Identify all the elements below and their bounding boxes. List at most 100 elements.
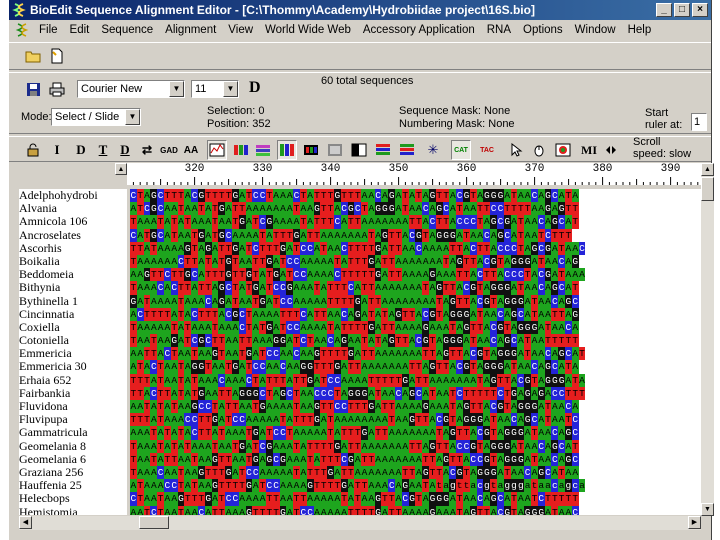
scroll-thumb[interactable] — [701, 177, 714, 201]
vertical-scrollbar[interactable]: ▲ ▼ — [701, 163, 714, 516]
delete-gaps-button[interactable]: D — [115, 140, 135, 160]
graph-view-icon[interactable] — [207, 140, 227, 160]
delete-button[interactable]: D — [71, 140, 91, 160]
sequence-name[interactable]: Fluvidona — [19, 400, 127, 413]
menu-window[interactable]: Window — [569, 24, 622, 36]
sequence-name[interactable]: Graziana 256 — [19, 466, 127, 479]
menu-view[interactable]: View — [222, 24, 259, 36]
sequence-name[interactable]: Emmericia 30 — [19, 360, 127, 373]
sequence-name[interactable]: Hauffenia 25 — [19, 479, 127, 492]
sequence-row[interactable]: TAAATATATAAATAATGATCGAAAATATTTCATTAAAAAA… — [130, 215, 701, 229]
start-ruler-input[interactable]: 1 — [691, 113, 707, 131]
mode-select[interactable]: Select / Slide ▼ — [51, 108, 141, 126]
scroll-up-icon[interactable]: ▲ — [701, 163, 714, 176]
sequence-name[interactable]: Emmericia — [19, 347, 127, 360]
save-icon[interactable] — [23, 79, 43, 99]
lock-icon[interactable] — [23, 140, 43, 160]
sequence-row[interactable]: AATCTAATAACATTAAAGTTTTGATCCAAAAATTTTGATT… — [130, 505, 701, 515]
sequence-row[interactable]: CTAATAAGTTTGATCCAAAATTAATTAAAAATATAAGTTA… — [130, 492, 701, 506]
sparkle-icon[interactable]: ✳ — [423, 140, 443, 160]
sequence-row[interactable]: TTTATAAACCTTGATCCAAAAATATTTGATAAAAAAAATA… — [130, 413, 701, 427]
new-document-icon[interactable] — [47, 46, 67, 66]
title-bar[interactable]: BioEdit Sequence Alignment Editor - [C:\… — [9, 0, 711, 20]
cursor-icon[interactable] — [507, 140, 527, 160]
menu-options[interactable]: Options — [517, 24, 569, 36]
sequence-name[interactable]: Ascorhis — [19, 242, 127, 255]
font-size-select[interactable]: 11 ▼ — [191, 80, 239, 98]
chevron-down-icon[interactable]: ▼ — [169, 81, 184, 97]
sequence-row[interactable]: AATTACTAATAAGTAATGATCCAACAAGTTTTGATTAAAA… — [130, 347, 701, 361]
sequence-row[interactable]: TAATATTAATAAGTTAATGAGCGAAATATTTCGATTAAAA… — [130, 452, 701, 466]
sequence-row[interactable]: ATCGCAATAATATGATTAAAAAAATAAGTTACGCTAGGGA… — [130, 202, 701, 216]
sequence-name[interactable]: Fluvipupa — [19, 413, 127, 426]
sequence-name[interactable]: Geomelania 8 — [19, 440, 127, 453]
bold-button[interactable]: D — [249, 79, 261, 97]
sequence-name[interactable]: Helecbops — [19, 492, 127, 505]
gad-button[interactable]: GAD — [159, 140, 179, 160]
horizontal-scrollbar[interactable]: ◀ ▶ — [19, 516, 701, 530]
close-button[interactable]: × — [692, 3, 708, 17]
sequence-row[interactable]: AAGTTCTTGCATTTGTTGTATGATCCAAAACTTTTTGATT… — [130, 268, 701, 282]
consensus-icon[interactable] — [373, 140, 393, 160]
sequence-row[interactable]: TAAAAAACTTATATGTAATTGATCCAAAAATATTTGATTA… — [130, 254, 701, 269]
sequence-name[interactable]: Hemistomia — [19, 506, 127, 516]
sequence-row[interactable]: AAATATATACTTATAAATGATCCTAAAAATATTTGATTAA… — [130, 426, 701, 440]
sequence-name[interactable]: Ancroselates — [19, 229, 127, 242]
sequence-name[interactable]: Bythinella 1 — [19, 295, 127, 308]
amino-acid-button[interactable]: AA — [181, 140, 201, 160]
menu-accessory-application[interactable]: Accessory Application — [357, 24, 481, 36]
mouse-icon[interactable] — [529, 140, 549, 160]
sequence-row[interactable]: CATGCATAATGATGCAAAATATTTGATTAAAAAAATAGTT… — [130, 228, 701, 242]
sequence-name[interactable]: Boikalia — [19, 255, 127, 268]
sequence-name[interactable]: Alvania — [19, 202, 127, 215]
scroll-left-icon[interactable]: ◀ — [19, 516, 32, 529]
print-icon[interactable] — [47, 79, 67, 99]
sequence-row[interactable]: TTATAAAAGTAGATTGATCTTTGATCCATAACTTTTGATT… — [130, 241, 701, 255]
sequence-name[interactable]: Erhaia 652 — [19, 374, 127, 387]
sequence-row[interactable]: ATACTAATAGGTAATGATCCAACAAGGTTTGATTAAAAAA… — [130, 360, 701, 374]
plot-icon[interactable] — [397, 140, 417, 160]
sequence-row[interactable]: GATAAAATAAACAGATAATGATCCAAAAATTTTGATTAAA… — [130, 294, 701, 308]
sequence-name[interactable]: Cotoniella — [19, 334, 127, 347]
insert-button[interactable]: I — [47, 140, 67, 160]
minimize-button[interactable]: _ — [656, 3, 672, 17]
color-background-icon[interactable] — [277, 140, 297, 160]
shade-similarity-icon[interactable] — [253, 140, 273, 160]
sequence-name[interactable]: Gammatricula — [19, 426, 127, 439]
menu-world-wide-web[interactable]: World Wide Web — [259, 24, 357, 36]
sequence-name[interactable]: Adelphohydrobi — [19, 189, 127, 202]
horizontal-scroll-thumb[interactable] — [139, 516, 169, 529]
translate-button[interactable]: T — [93, 140, 113, 160]
sequence-row[interactable]: TTTATAATATAAACAAACTATTTATTGATCCAAAATTTTT… — [130, 373, 701, 387]
reverse-complement-button[interactable]: TAC — [477, 140, 497, 160]
shade-identity-icon[interactable] — [231, 140, 251, 160]
sequence-name[interactable]: Beddomeia — [19, 268, 127, 281]
color-text-icon[interactable] — [301, 140, 321, 160]
sequence-row[interactable]: TAAACAATAAGTTTGATCCAAAAATATTTGATTAAAAAAA… — [130, 465, 701, 480]
chevron-down-icon[interactable]: ▼ — [223, 81, 238, 97]
reverse-icon[interactable]: ⇄ — [137, 140, 157, 160]
document-icon[interactable] — [15, 23, 29, 37]
chevron-down-icon[interactable]: ▼ — [125, 109, 140, 125]
cat-tac-toggle-button[interactable]: CAT — [451, 140, 471, 160]
sequence-name[interactable]: Coxiella — [19, 321, 127, 334]
sequence-row[interactable]: TTACTTATATGAATTAGGGCTAGCTAACCCTAGGGATAAC… — [130, 386, 701, 400]
maximize-button[interactable]: □ — [674, 3, 690, 17]
sequence-row[interactable]: TAAACACTTATTAGCTATGATCCGAAATATTTCATTAAAA… — [130, 281, 701, 295]
menu-alignment[interactable]: Alignment — [159, 24, 222, 36]
menu-sequence[interactable]: Sequence — [95, 24, 159, 36]
scroll-up-icon[interactable]: ▲ — [115, 163, 127, 175]
grey-shade-icon[interactable] — [325, 140, 345, 160]
sequence-row[interactable]: CTAGCTTTACGTTTTGATCCTAAACTATTTGTTTAACAGA… — [130, 189, 701, 203]
menu-help[interactable]: Help — [622, 24, 658, 36]
scroll-arrows-icon[interactable] — [601, 140, 621, 160]
sequence-name[interactable]: Cincinnatia — [19, 308, 127, 321]
sequence-row[interactable]: TAATAAGATCGCTTAATTAAAGGATCTAACAGAATATAGT… — [130, 334, 701, 348]
black-white-icon[interactable] — [349, 140, 369, 160]
scroll-down-icon[interactable]: ▼ — [701, 503, 714, 516]
menu-file[interactable]: File — [33, 24, 64, 36]
sequence-name[interactable]: Bithynia — [19, 281, 127, 294]
sequence-name[interactable]: Amnicola 106 — [19, 215, 127, 228]
menu-edit[interactable]: Edit — [64, 24, 96, 36]
sequence-alignment-grid[interactable]: CTAGCTTTACGTTTTGATCCTAAACTATTTGTTTAACAGA… — [130, 189, 701, 515]
